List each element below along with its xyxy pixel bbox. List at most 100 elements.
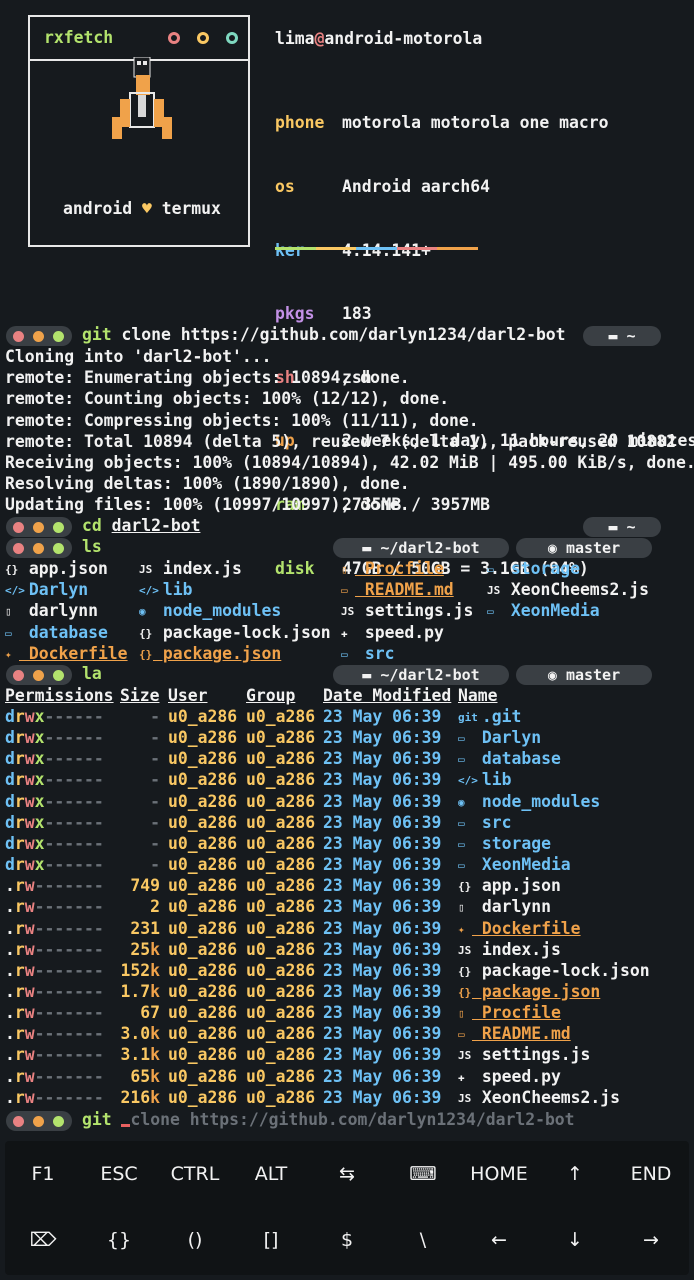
- prompt-dots: [6, 665, 72, 685]
- ls-filename[interactable]: Dockerfile: [19, 644, 128, 663]
- date-cell: 23 May 06:39: [323, 918, 442, 938]
- size-number: 749: [130, 876, 160, 896]
- permission-char: ------: [44, 728, 104, 748]
- ls-entry: ▯ darlynn: [5, 600, 98, 622]
- delete-key[interactable]: ⌦: [5, 1209, 81, 1271]
- size-number: 25: [130, 939, 151, 959]
- ls-filename[interactable]: Procfile: [355, 559, 444, 578]
- filename[interactable]: storage: [472, 834, 551, 853]
- permission-char: w: [24, 770, 35, 790]
- permission-char: .: [5, 1024, 15, 1044]
- ls-filename[interactable]: Darlyn: [19, 580, 88, 599]
- keyboard-toggle-key[interactable]: ⌨: [385, 1143, 461, 1205]
- tab-key[interactable]: ⇆: [309, 1143, 385, 1205]
- filename[interactable]: lib: [472, 770, 512, 789]
- permission-char: ------: [44, 876, 104, 896]
- ls-filename[interactable]: database: [19, 623, 108, 642]
- ls-filename[interactable]: speed.py: [355, 623, 444, 642]
- filename[interactable]: app.json: [472, 876, 561, 895]
- ls-filename[interactable]: XeonCheems2.js: [501, 580, 649, 599]
- user-cell: u0_a286: [168, 791, 238, 811]
- braces-key[interactable]: {}: [81, 1209, 157, 1271]
- filename[interactable]: darlynn: [472, 897, 551, 916]
- permission-char: ------: [44, 1024, 104, 1044]
- dir-label: ~/darl2-bot: [380, 539, 480, 557]
- f1-key[interactable]: F1: [5, 1143, 81, 1205]
- ls-filename[interactable]: storage: [501, 559, 580, 578]
- ls-filename[interactable]: app.json: [19, 559, 108, 578]
- dollar-key[interactable]: $: [309, 1209, 385, 1271]
- filename[interactable]: README.md: [472, 1024, 571, 1043]
- prompt-dot-red-icon: [13, 331, 24, 342]
- filename[interactable]: package-lock.json: [472, 961, 650, 980]
- file-type-icon: ▯: [458, 901, 465, 915]
- filename[interactable]: Dockerfile: [472, 919, 581, 938]
- user-cell: u0_a286: [168, 770, 238, 790]
- filename[interactable]: node_modules: [472, 792, 600, 811]
- filename[interactable]: src: [472, 813, 512, 832]
- ls-filename[interactable]: README.md: [355, 580, 454, 599]
- home-key[interactable]: HOME: [461, 1143, 537, 1205]
- filename[interactable]: database: [472, 749, 561, 768]
- down-arrow-key[interactable]: ↓: [537, 1209, 613, 1271]
- color-bar-segment: [275, 247, 316, 250]
- group-cell: u0_a286: [246, 855, 316, 875]
- right-arrow-key[interactable]: →: [613, 1209, 689, 1271]
- dir-pill-bot: ▬ ~/darl2-bot: [333, 665, 509, 685]
- permission-char: ------: [44, 897, 104, 917]
- ls-filename[interactable]: settings.js: [355, 601, 474, 620]
- filename[interactable]: settings.js: [472, 1045, 591, 1064]
- caption-android: android: [63, 199, 133, 218]
- date-cell: 23 May 06:39: [323, 728, 442, 748]
- ls-filename[interactable]: package.json: [153, 644, 281, 663]
- permissions-cell: .rw-------: [5, 1087, 104, 1108]
- ctrl-key[interactable]: CTRL: [157, 1143, 233, 1205]
- filename[interactable]: XeonMedia: [472, 855, 571, 874]
- filename[interactable]: Procfile: [472, 1003, 561, 1022]
- ls-filename[interactable]: index.js: [153, 559, 242, 578]
- filename[interactable]: speed.py: [472, 1067, 561, 1086]
- size-cell: 3.0k: [121, 1023, 160, 1044]
- size-number: -: [150, 833, 160, 853]
- size-number: -: [150, 749, 160, 769]
- column-header: User: [168, 686, 208, 705]
- permission-char: r: [14, 918, 25, 938]
- end-key[interactable]: END: [613, 1143, 689, 1205]
- ls-filename[interactable]: darlynn: [19, 601, 98, 620]
- ls-filename[interactable]: XeonMedia: [501, 601, 600, 620]
- filename[interactable]: .git: [472, 707, 521, 726]
- esc-key[interactable]: ESC: [81, 1143, 157, 1205]
- permission-char: ------: [44, 833, 104, 853]
- dir-label: ~: [626, 327, 636, 345]
- filename[interactable]: package.json: [472, 982, 600, 1001]
- brackets-key[interactable]: []: [233, 1209, 309, 1271]
- permission-char: r: [14, 1024, 25, 1044]
- info-value-ker: 4.14.141+: [342, 240, 431, 260]
- ls-filename[interactable]: node_modules: [153, 601, 281, 620]
- up-arrow-key[interactable]: ↑: [537, 1143, 613, 1205]
- permission-char: .: [5, 1003, 15, 1023]
- filename[interactable]: Darlyn: [472, 728, 541, 747]
- command-input-line[interactable]: git clone https://github.com/darlyn1234/…: [82, 1110, 575, 1129]
- alt-key[interactable]: ALT: [233, 1143, 309, 1205]
- group-cell: u0_a286: [246, 1066, 316, 1086]
- filename[interactable]: XeonCheems2.js: [472, 1088, 620, 1107]
- ls-filename[interactable]: package-lock.json: [153, 623, 331, 642]
- name-cell: git .git: [458, 706, 521, 728]
- user-cell: u0_a286: [168, 1024, 238, 1044]
- ls-filename[interactable]: lib: [153, 580, 193, 599]
- left-arrow-key[interactable]: ←: [461, 1209, 537, 1271]
- backslash-key[interactable]: \: [385, 1209, 461, 1271]
- name-cell: ▭ README.md: [458, 1023, 571, 1045]
- permission-char: .: [5, 1087, 15, 1107]
- size-cell: 25k: [130, 939, 160, 960]
- color-bar-segment: [396, 247, 437, 250]
- ls-filename[interactable]: src: [355, 644, 395, 663]
- size-cell: 152k: [121, 960, 160, 981]
- permission-char: w: [24, 728, 35, 748]
- filename[interactable]: index.js: [472, 940, 561, 959]
- parens-key[interactable]: (): [157, 1209, 233, 1271]
- name-cell: ✦ Dockerfile: [458, 918, 581, 940]
- date-cell: 23 May 06:39: [323, 791, 442, 811]
- size-cell: -: [150, 812, 160, 833]
